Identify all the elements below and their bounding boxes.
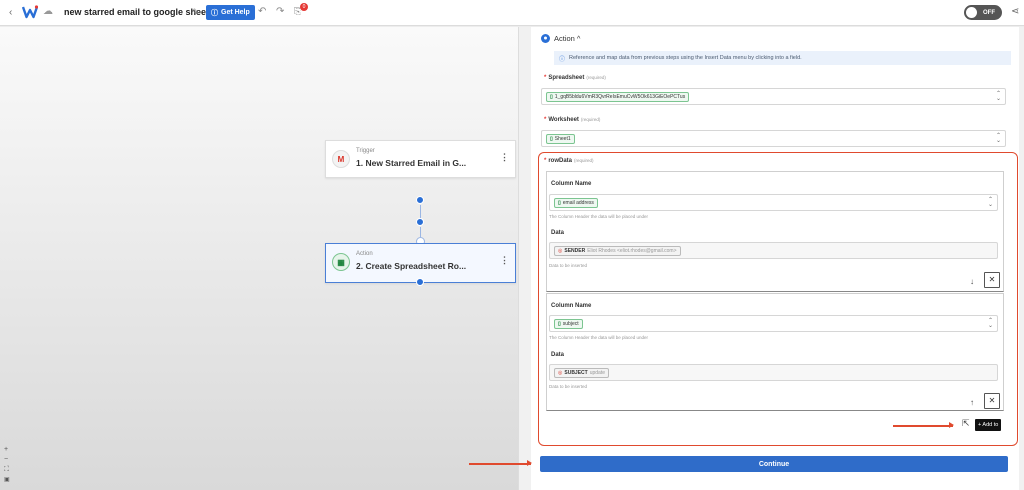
info-icon: ⓘ <box>559 56 566 63</box>
back-chevron-icon[interactable]: ‹ <box>9 7 12 18</box>
action-step-icon: ● <box>541 34 550 43</box>
worksheet-select[interactable]: ▯ Sheet1 ⌃ ⌄ <box>541 130 1006 147</box>
connector-line <box>420 227 421 237</box>
node-kind-label: Trigger <box>356 148 375 154</box>
edit-pencil-icon[interactable]: ✎ <box>192 7 200 18</box>
connector-line <box>420 205 421 218</box>
add-step-plus-icon[interactable] <box>416 278 424 286</box>
add-step-plus-icon[interactable] <box>416 218 424 226</box>
help-circle-icon: ⓘ <box>211 9 218 17</box>
worksheet-label: * Worksheet (required) <box>544 117 601 123</box>
zoom-in-icon[interactable]: + <box>4 446 8 453</box>
rowdata-highlight-annotation <box>538 152 1018 446</box>
google-sheets-icon: ▦ <box>332 253 350 271</box>
select-stepper-icon[interactable]: ⌃ ⌄ <box>996 91 1001 102</box>
history-badge: 0 <box>300 3 308 11</box>
action-node[interactable]: ▦ Action 2. Create Spreadsheet Ro... ⋮ <box>325 243 516 283</box>
toggle-label: OFF <box>983 9 995 16</box>
worksheet-chip: ▯ Sheet1 <box>546 134 575 144</box>
node-title: 2. Create Spreadsheet Ro... <box>356 261 467 271</box>
spreadsheet-chip: ▯ 1_gqB5bldu6VmR3QvrReIsEmuCvW5Ok613GiEO… <box>546 92 690 102</box>
select-stepper-icon[interactable]: ⌃ ⌄ <box>996 133 1001 144</box>
sheets-chip-icon: ▯ <box>550 94 553 100</box>
trigger-node[interactable]: M Trigger 1. New Starred Email in G... ⋮ <box>325 140 516 178</box>
app-logo-icon[interactable] <box>22 5 38 19</box>
zoom-out-icon[interactable]: − <box>4 456 8 463</box>
get-help-button[interactable]: ⓘ Get Help <box>206 5 255 20</box>
annotation-arrow-continue <box>469 460 532 466</box>
workflow-on-off-toggle[interactable]: OFF <box>964 5 1002 20</box>
gmail-icon: M <box>332 150 350 168</box>
spreadsheet-select[interactable]: ▯ 1_gqB5bldu6VmR3QvrReIsEmuCvW5Ok613GiEO… <box>541 88 1006 105</box>
info-banner: ⓘ Reference and map data from previous s… <box>554 51 1011 65</box>
node-menu-icon[interactable]: ⋮ <box>500 152 509 163</box>
cloud-sync-icon: ☁ <box>43 6 53 17</box>
connector-dot[interactable] <box>416 196 424 204</box>
lock-icon[interactable]: ▣ <box>4 476 10 483</box>
undo-icon[interactable]: ↶ <box>258 6 266 17</box>
share-icon[interactable]: ⋖ <box>1011 6 1019 17</box>
add-to-button[interactable]: + Add to <box>975 419 1002 431</box>
mouse-cursor-icon: ⇱ <box>962 418 970 428</box>
top-bar: ‹ ☁ new starred email to google sheets ✎… <box>0 0 1024 26</box>
redo-icon[interactable]: ↷ <box>276 6 284 17</box>
node-menu-icon[interactable]: ⋮ <box>500 255 509 266</box>
node-kind-label: Action <box>356 251 373 257</box>
node-title: 1. New Starred Email in G... <box>356 158 467 168</box>
spreadsheet-label: * Spreadsheet (required) <box>544 75 606 81</box>
sheets-chip-icon: ▯ <box>550 136 553 142</box>
continue-button[interactable]: Continue <box>540 456 1008 472</box>
toggle-knob <box>966 7 977 18</box>
annotation-arrow-add <box>893 422 954 428</box>
action-section-header[interactable]: ● Action ^ <box>541 34 580 43</box>
fit-view-icon[interactable]: ⛶ <box>4 466 9 474</box>
